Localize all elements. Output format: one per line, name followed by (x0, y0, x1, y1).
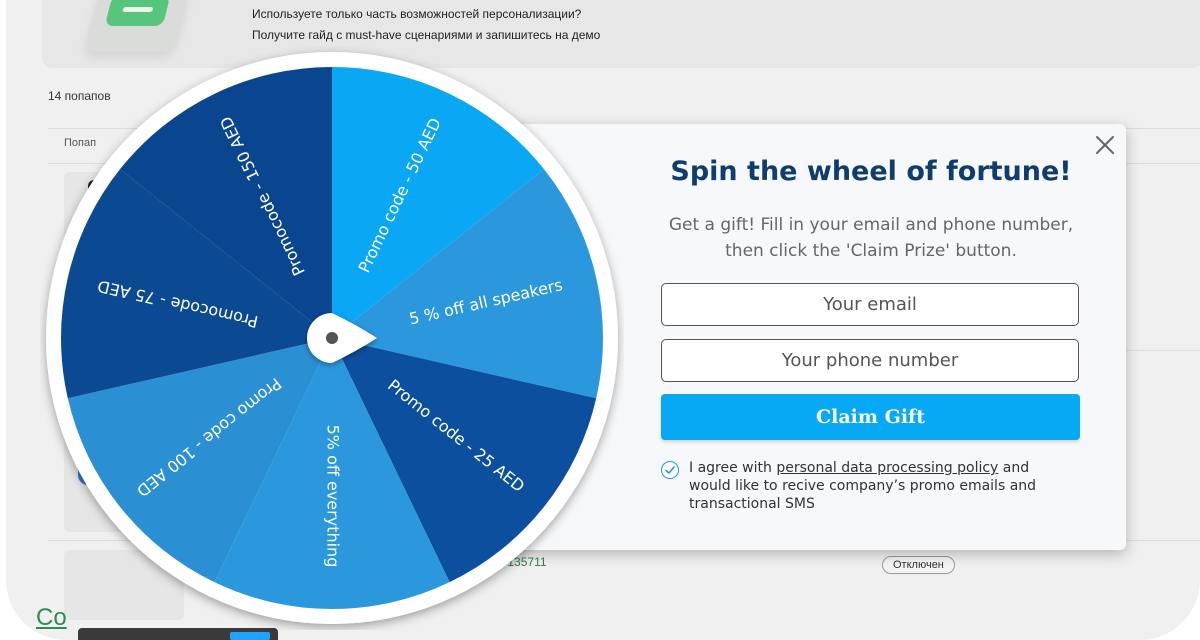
banner-illustration (84, 0, 190, 52)
banner-line-1: Используете только часть возможностей пе… (252, 7, 582, 21)
banner-line-2: Получите гайд с must-have сценариями и з… (252, 28, 601, 42)
checkmark-icon (665, 466, 675, 474)
banner-text: Используете только часть возможностей пе… (252, 4, 600, 46)
phone-field[interactable] (661, 339, 1079, 382)
popup-subtitle: Get a gift! Fill in your email and phone… (668, 215, 1074, 261)
consent-text: I agree with personal data processing po… (689, 459, 1069, 513)
fortune-wheel[interactable]: Promo code - 50 AED5 % off all speakersP… (40, 46, 624, 630)
consent-prefix: I agree with (689, 460, 777, 476)
privacy-policy-link[interactable]: personal data processing policy (776, 460, 998, 476)
popup-title: Spin the wheel of fortune! (670, 156, 1072, 187)
status-badge[interactable]: Отключен (882, 556, 955, 574)
claim-gift-button[interactable]: Claim Gift (661, 394, 1080, 440)
close-button[interactable] (1092, 132, 1118, 158)
consent-checkbox[interactable] (661, 461, 679, 479)
wheel-segment-label: 5% off everything (324, 425, 343, 568)
close-icon (1096, 136, 1114, 154)
email-field[interactable] (661, 283, 1079, 326)
